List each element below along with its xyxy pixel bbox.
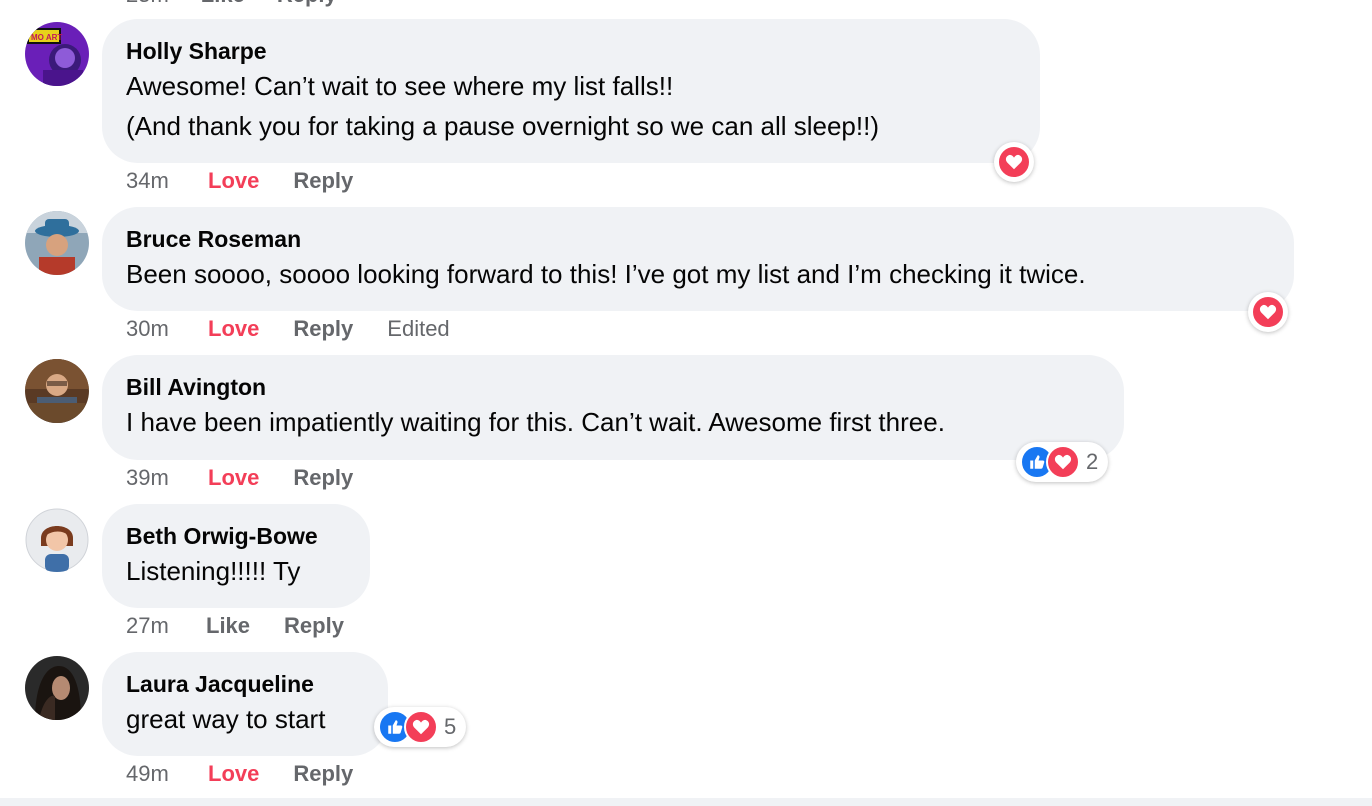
reply-button[interactable]: Reply xyxy=(284,613,344,639)
reaction-summary[interactable] xyxy=(994,142,1034,182)
comment-time[interactable]: 39m xyxy=(126,465,208,491)
heart-reaction-icon xyxy=(997,145,1031,179)
avatar[interactable] xyxy=(25,359,89,423)
comment-author[interactable]: Bill Avington xyxy=(126,372,1100,402)
comment-time[interactable]: 30m xyxy=(126,316,208,342)
love-button[interactable]: Love xyxy=(208,168,259,194)
avatar[interactable] xyxy=(25,508,89,572)
comment-text: Awesome! Can’t wait to see where my list… xyxy=(126,71,879,141)
reply-button[interactable]: Reply xyxy=(293,761,353,787)
comment-bubble: Bruce Roseman Been soooo, soooo looking … xyxy=(102,207,1294,311)
like-button[interactable]: Like xyxy=(206,613,250,639)
heart-reaction-icon xyxy=(1046,445,1080,479)
comment-author[interactable]: Laura Jacqueline xyxy=(126,669,364,699)
comment-actions: 30m Love Reply Edited xyxy=(126,316,450,342)
comment-text: great way to start xyxy=(126,704,326,734)
reaction-summary[interactable]: 5 xyxy=(374,707,467,747)
like-button[interactable]: Like xyxy=(201,0,245,8)
comment-actions: 49m Love Reply xyxy=(126,761,387,787)
comment-time[interactable]: 34m xyxy=(126,168,208,194)
comment-time[interactable]: 49m xyxy=(126,761,208,787)
reply-button[interactable]: Reply xyxy=(293,316,353,342)
divider xyxy=(0,798,1372,806)
love-button[interactable]: Love xyxy=(208,316,259,342)
comment-text: Been soooo, soooo looking forward to thi… xyxy=(126,259,1086,289)
comment-time[interactable]: 27m xyxy=(126,613,206,639)
comment-text: Listening!!!!! Ty xyxy=(126,556,301,586)
comment-bubble: Holly Sharpe Awesome! Can’t wait to see … xyxy=(102,19,1040,163)
reply-button[interactable]: Reply xyxy=(293,465,353,491)
comment-author[interactable]: Bruce Roseman xyxy=(126,224,1270,254)
avatar[interactable] xyxy=(25,211,89,275)
reaction-count: 5 xyxy=(444,714,457,739)
comment-author[interactable]: Holly Sharpe xyxy=(126,36,1016,66)
svg-text:MO ART: MO ART xyxy=(31,33,62,42)
heart-reaction-icon xyxy=(1251,295,1285,329)
reply-button[interactable]: Reply xyxy=(277,0,337,8)
comment-actions: 27m Like Reply xyxy=(126,613,378,639)
heart-reaction-icon xyxy=(404,710,438,744)
reaction-count: 2 xyxy=(1086,449,1099,474)
love-button[interactable]: Love xyxy=(208,465,259,491)
comment-bubble: Bill Avington I have been impatiently wa… xyxy=(102,355,1124,460)
comment-actions: 39m Love Reply xyxy=(126,465,387,491)
comment-text: I have been impatiently waiting for this… xyxy=(126,407,945,437)
avatar[interactable]: MO ART xyxy=(25,22,89,86)
edited-label[interactable]: Edited xyxy=(387,316,449,342)
reply-button[interactable]: Reply xyxy=(293,168,353,194)
comment-actions: 34m Love Reply xyxy=(126,168,387,194)
comment-time: 25m xyxy=(126,0,169,8)
reaction-summary[interactable]: 2 xyxy=(1016,442,1109,482)
avatar[interactable] xyxy=(25,656,89,720)
comment-bubble: Laura Jacqueline great way to start xyxy=(102,652,388,756)
reaction-summary[interactable] xyxy=(1248,292,1288,332)
love-button[interactable]: Love xyxy=(208,761,259,787)
comment-author[interactable]: Beth Orwig-Bowe xyxy=(126,521,346,551)
previous-comment-actions: 25m Like Reply xyxy=(126,0,337,8)
comment-bubble: Beth Orwig-Bowe Listening!!!!! Ty xyxy=(102,504,370,608)
